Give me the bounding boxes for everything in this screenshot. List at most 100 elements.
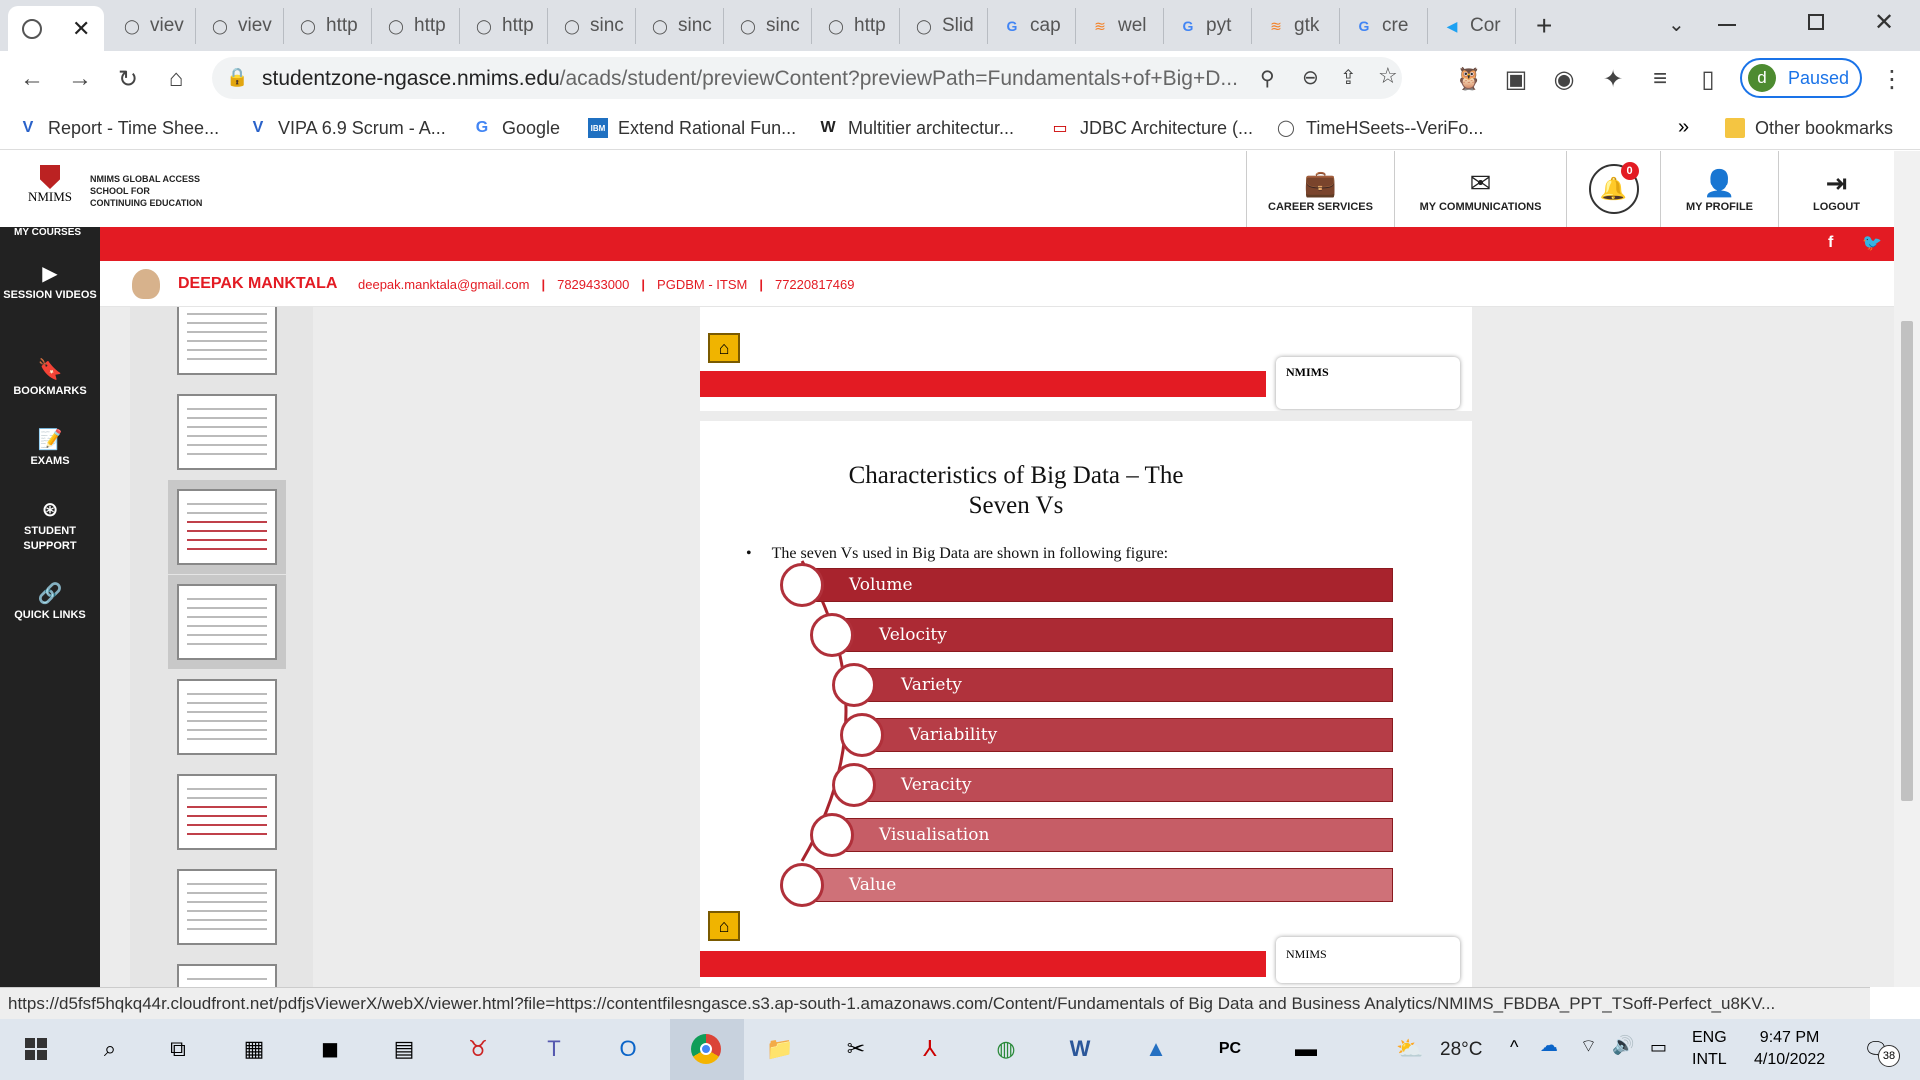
share-icon[interactable]: ⇪: [1340, 65, 1357, 90]
tab-search-icon[interactable]: ⌄: [1668, 12, 1685, 37]
facebook-icon[interactable]: f: [1828, 234, 1833, 252]
acrobat-icon[interactable]: ⅄: [912, 1031, 948, 1067]
nav-logout[interactable]: ⇥ LOGOUT: [1778, 151, 1894, 227]
sidebar-item-session-videos[interactable]: ▶ SESSION VIDEOS: [0, 264, 100, 303]
other-bookmarks[interactable]: Other bookmarks: [1725, 116, 1893, 140]
chrome-icon[interactable]: [688, 1031, 724, 1067]
home-icon[interactable]: ⌂: [160, 63, 192, 95]
forward-icon[interactable]: →: [64, 63, 96, 95]
nav-notifications[interactable]: 🔔 0: [1566, 151, 1660, 227]
nav-my-communications[interactable]: ✉ MY COMMUNICATIONS: [1394, 151, 1566, 227]
nmims-logo[interactable]: NMIMS: [22, 165, 78, 215]
tray-up-icon[interactable]: ^: [1510, 1037, 1518, 1058]
bookmark-item[interactable]: IBM Extend Rational Fun...: [588, 116, 796, 140]
volume-icon[interactable]: 🔊: [1612, 1035, 1634, 1056]
nav-career-services[interactable]: 💼 CAREER SERVICES: [1246, 151, 1394, 227]
tab-item[interactable]: Gpyt: [1164, 8, 1252, 44]
bookmark-item[interactable]: V Report - Time Shee...: [18, 116, 219, 140]
app-icon[interactable]: ◼: [312, 1031, 348, 1067]
bookmarks-overflow[interactable]: »: [1678, 116, 1689, 139]
pycharm-icon[interactable]: PC: [1212, 1031, 1248, 1067]
slide-thumbnail[interactable]: [177, 679, 277, 755]
tab-item[interactable]: ◯ http: [812, 8, 900, 44]
slide-thumbnail[interactable]: [177, 964, 277, 987]
slide-thumbnail[interactable]: [168, 480, 286, 574]
tab-item[interactable]: ≋ gtk: [1252, 8, 1340, 44]
side-panel-icon[interactable]: ▯: [1692, 63, 1724, 95]
tab-item[interactable]: ◯ Slid: [900, 8, 988, 44]
sidebar-item-bookmarks[interactable]: 🔖 BOOKMARKS: [0, 360, 100, 399]
minimize-icon[interactable]: [1718, 24, 1736, 26]
terminal-icon[interactable]: ▬: [1288, 1031, 1324, 1067]
puzzle-icon[interactable]: ✦: [1597, 63, 1629, 95]
app-icon[interactable]: ▦: [236, 1031, 272, 1067]
home-icon[interactable]: ⌂: [708, 911, 740, 941]
slide-thumbnail[interactable]: [177, 307, 277, 375]
address-bar[interactable]: 🔒 studentzone-ngasce.nmims.edu/acads/stu…: [212, 57, 1402, 99]
word-icon[interactable]: W: [1062, 1031, 1098, 1067]
slide-thumbnail[interactable]: [177, 869, 277, 945]
profile-button[interactable]: d Paused: [1740, 58, 1862, 98]
search-icon[interactable]: ⌕: [92, 1031, 128, 1067]
scroll-thumb[interactable]: [1901, 321, 1913, 801]
page-scrollbar[interactable]: [1894, 151, 1920, 987]
bookmark-item[interactable]: V VIPA 6.9 Scrum - A...: [248, 116, 446, 140]
tab-item[interactable]: ◯ viev: [196, 8, 284, 44]
teams-icon[interactable]: T: [536, 1031, 572, 1067]
tab-item[interactable]: ≋ wel: [1076, 8, 1164, 44]
tab-item[interactable]: ◀ Cor: [1428, 8, 1516, 44]
file-explorer-icon[interactable]: 📁: [762, 1031, 798, 1067]
app-icon[interactable]: ✂: [838, 1031, 874, 1067]
zoom-icon[interactable]: ⊖: [1302, 65, 1319, 90]
photos-icon[interactable]: ▲: [1138, 1031, 1174, 1067]
tab-item[interactable]: Gcre: [1340, 8, 1428, 44]
pdf-viewer[interactable]: ⌂ NMIMS Characteristics of Big Data – Th…: [700, 307, 1472, 987]
tab-item[interactable]: ◯ http: [372, 8, 460, 44]
menu-icon[interactable]: ⋮: [1876, 63, 1908, 95]
bookmark-item[interactable]: G Google: [472, 116, 560, 140]
sidebar-item-student-support[interactable]: ⊛ STUDENT SUPPORT: [0, 500, 100, 554]
task-view-icon[interactable]: ⧉: [160, 1031, 196, 1067]
tab-item[interactable]: ◯ sinc: [636, 8, 724, 44]
tab-item[interactable]: ◯ sinc: [548, 8, 636, 44]
windows-start-icon[interactable]: [18, 1031, 54, 1067]
sidebar-item-quick-links[interactable]: 🔗 QUICK LINKS: [0, 584, 100, 623]
reload-icon[interactable]: ↻: [112, 63, 144, 95]
battery-icon[interactable]: ▭: [1650, 1037, 1667, 1058]
slide-thumbnail[interactable]: [168, 575, 286, 669]
tab-item[interactable]: ◯ viev: [108, 8, 196, 44]
app-icon[interactable]: ♉: [460, 1031, 496, 1067]
tab-item[interactable]: Gcap: [988, 8, 1076, 44]
extension-icon[interactable]: ▣: [1500, 63, 1532, 95]
bookmark-item[interactable]: W Multitier architectur...: [818, 116, 1014, 140]
tab-item[interactable]: ◯ sinc: [724, 8, 812, 44]
weather-icon[interactable]: ⛅: [1392, 1031, 1428, 1067]
circle-extension-icon[interactable]: ◉: [1548, 63, 1580, 95]
media-icon[interactable]: ≡: [1644, 63, 1676, 95]
bookmark-item[interactable]: ▭ JDBC Architecture (...: [1050, 116, 1253, 140]
app-icon[interactable]: ▤: [386, 1031, 422, 1067]
tab-item[interactable]: ◯ http: [460, 8, 548, 44]
close-tab-icon[interactable]: ✕: [72, 16, 90, 42]
notification-center[interactable]: 🗨 38: [1858, 1033, 1900, 1067]
star-icon[interactable]: ☆: [1378, 63, 1398, 89]
sidebar-item-exams[interactable]: 📝 EXAMS: [0, 430, 100, 469]
bookmark-item[interactable]: ◯ TimeHSeets--VeriFo...: [1276, 116, 1483, 140]
home-icon[interactable]: ⌂: [708, 333, 740, 363]
twitter-icon[interactable]: 🐦: [1862, 233, 1882, 253]
clock[interactable]: 9:47 PM 4/10/2022: [1754, 1027, 1825, 1071]
thumbnail-panel[interactable]: [130, 307, 313, 987]
outlook-icon[interactable]: O: [610, 1031, 646, 1067]
location-icon[interactable]: ⚲: [1260, 66, 1275, 91]
my-courses-label[interactable]: MY COURSES: [14, 227, 81, 238]
restore-icon[interactable]: [1808, 14, 1824, 30]
slide-thumbnail[interactable]: [177, 774, 277, 850]
slide-thumbnail[interactable]: [177, 394, 277, 470]
onedrive-icon[interactable]: ☁: [1540, 1035, 1558, 1056]
language-indicator[interactable]: ENG INTL: [1692, 1027, 1727, 1071]
back-icon[interactable]: ←: [16, 63, 48, 95]
new-tab-button[interactable]: +: [1536, 10, 1552, 42]
tab-item[interactable]: ◯ http: [284, 8, 372, 44]
close-window-icon[interactable]: ✕: [1874, 8, 1894, 37]
tab-active[interactable]: ✕: [8, 6, 104, 51]
